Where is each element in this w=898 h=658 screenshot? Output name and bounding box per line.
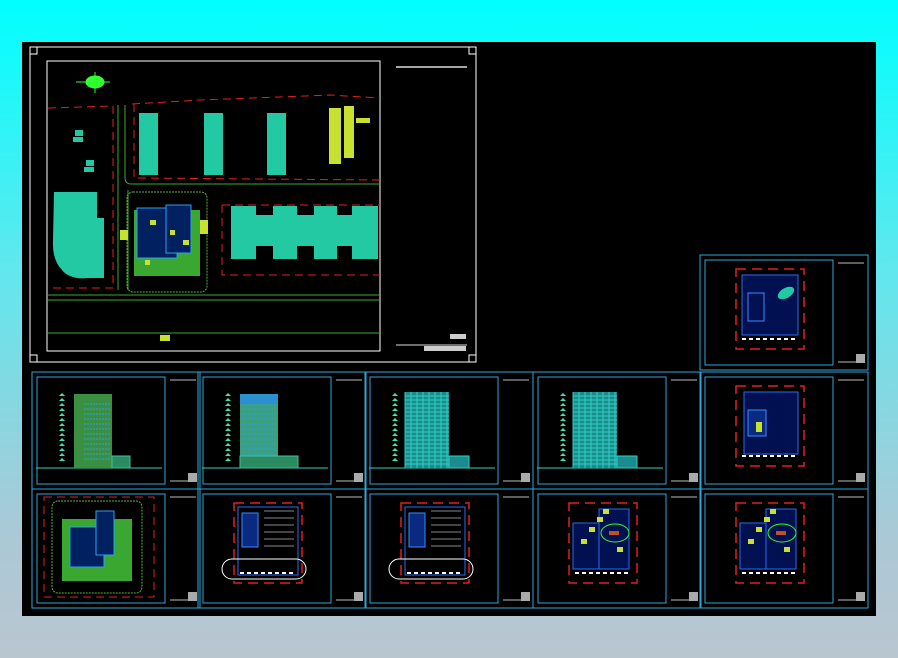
room-label — [764, 517, 770, 522]
core — [408, 512, 426, 548]
podium — [111, 455, 131, 469]
title-block-label — [521, 473, 530, 482]
title-block-label — [354, 592, 363, 601]
podium — [616, 455, 638, 469]
core — [241, 512, 259, 548]
title-block-label — [188, 592, 197, 601]
tower — [405, 392, 449, 468]
room-label — [589, 527, 595, 532]
title-block-label — [188, 473, 197, 482]
building-footprint — [95, 510, 115, 556]
title-block-label — [354, 473, 363, 482]
tower — [573, 392, 617, 468]
roof-outline — [741, 274, 799, 336]
title-block-label — [689, 592, 698, 601]
title-block-label — [856, 473, 865, 482]
stair — [756, 422, 762, 432]
title-block-label — [689, 473, 698, 482]
plan-wing — [598, 508, 630, 570]
tower-crown — [240, 394, 278, 404]
room-label — [756, 527, 762, 532]
cad-viewport[interactable] — [0, 0, 898, 658]
furniture — [609, 531, 619, 535]
podium — [448, 455, 470, 469]
furniture — [776, 531, 786, 535]
room-label — [770, 509, 776, 514]
room-label — [581, 539, 587, 544]
title-block-label — [521, 592, 530, 601]
podium — [239, 455, 299, 469]
room-label — [597, 517, 603, 522]
room-label — [784, 547, 790, 552]
plan-wing — [765, 508, 797, 570]
room-label — [748, 539, 754, 544]
room-label — [603, 509, 609, 514]
room-label — [617, 547, 623, 552]
title-block-label — [856, 592, 865, 601]
tower — [74, 394, 112, 468]
title-block-label — [856, 354, 865, 363]
